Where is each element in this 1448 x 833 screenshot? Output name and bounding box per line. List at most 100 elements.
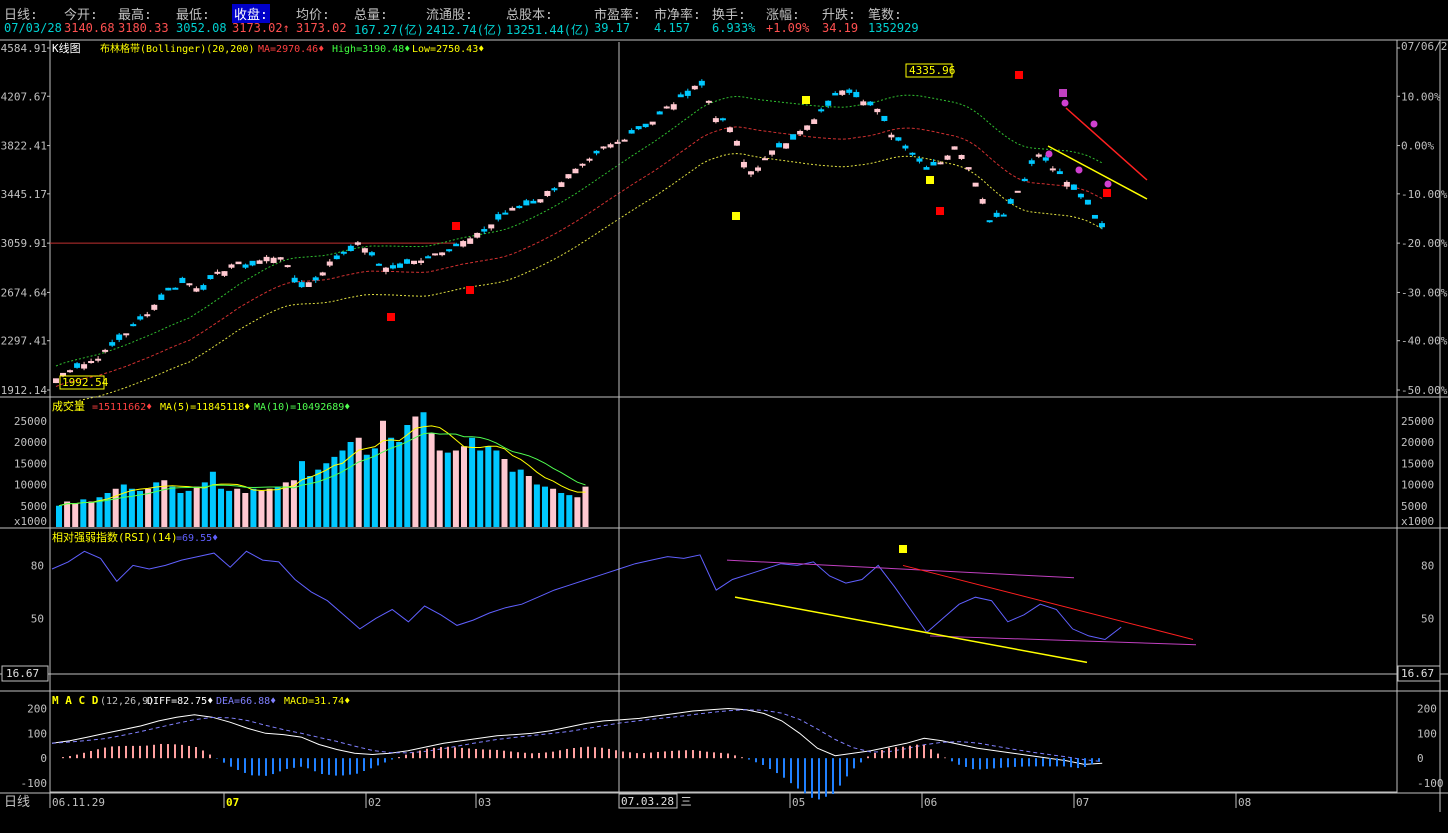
vol-tick-l-0: 25000 bbox=[14, 415, 47, 428]
low-value-label: Low=2750.43♦ bbox=[412, 44, 484, 55]
volume-bar bbox=[218, 488, 224, 527]
candle-body bbox=[404, 259, 410, 264]
volume-bar bbox=[461, 446, 467, 527]
candle-body bbox=[298, 282, 305, 288]
right-tick-2: 0.00% bbox=[1401, 140, 1434, 153]
right-tick-5: -30.00% bbox=[1401, 286, 1448, 299]
volume-value: =15111662♦ bbox=[92, 402, 152, 413]
candle-body bbox=[818, 109, 825, 112]
candle-body bbox=[1049, 168, 1056, 171]
candle-body bbox=[481, 229, 488, 232]
macd-value-label: MACD=31.74♦ bbox=[284, 696, 350, 707]
volume-bar bbox=[315, 469, 322, 527]
header-value-3: 3052.08 bbox=[176, 21, 227, 35]
right-tick-3: -10.00% bbox=[1401, 188, 1448, 201]
candle-body bbox=[130, 324, 137, 327]
rsi-tick-l-1: 50 bbox=[31, 612, 44, 625]
candle-body bbox=[123, 333, 130, 336]
candle-body bbox=[572, 168, 579, 174]
volume-bar bbox=[266, 488, 273, 527]
volume-bar bbox=[282, 482, 289, 527]
candle-body bbox=[467, 238, 474, 244]
candle-body bbox=[986, 220, 993, 223]
candle-body bbox=[621, 139, 628, 142]
macd-dea bbox=[51, 709, 1103, 763]
volume-bar bbox=[566, 495, 573, 527]
volume-bar bbox=[112, 488, 119, 527]
volume-bar bbox=[258, 490, 265, 527]
left-tick-6: 2297.41 bbox=[1, 335, 47, 348]
candle-body bbox=[425, 256, 432, 259]
macd-tick-l-3: -100 bbox=[21, 777, 48, 790]
right-tick-1: 10.00% bbox=[1401, 90, 1441, 103]
cursor-value-right: 16.67 bbox=[1401, 667, 1434, 680]
candle-body bbox=[179, 277, 186, 284]
macd-tick-r-3: -100 bbox=[1417, 777, 1444, 790]
signal-marker-2 bbox=[387, 313, 395, 321]
cursor-value-left: 16.67 bbox=[6, 667, 39, 680]
candle-body bbox=[902, 145, 909, 149]
volume-bar bbox=[542, 486, 548, 527]
peak-label: 4335.96 bbox=[909, 64, 955, 77]
volume-bar bbox=[88, 501, 95, 527]
candle-body bbox=[109, 342, 116, 346]
macd-diff-label: DIFF=82.75♦ bbox=[147, 696, 213, 707]
vol-unit-r: x1000 bbox=[1401, 515, 1434, 528]
candle-body bbox=[432, 253, 439, 256]
header-value-13: 34.19 bbox=[822, 21, 859, 35]
volume-bar bbox=[501, 459, 508, 527]
volume-bar bbox=[201, 482, 208, 527]
candle-body bbox=[1098, 223, 1105, 228]
candle-body bbox=[790, 134, 797, 140]
candle-body bbox=[523, 200, 530, 206]
candle-body bbox=[221, 271, 228, 276]
macd-title: M A C D bbox=[52, 694, 99, 707]
candle-body bbox=[607, 144, 614, 148]
candle-body bbox=[340, 251, 347, 254]
volume-bar bbox=[388, 437, 395, 527]
candle-body bbox=[249, 260, 256, 266]
stock-chart[interactable]: 4584.91 07/06/29 4207.67 10.00% 3822.41 0.00%… bbox=[0, 38, 1448, 812]
vol-tick-r-0: 25000 bbox=[1401, 415, 1434, 428]
candle-body bbox=[979, 199, 986, 204]
volume-bar bbox=[412, 416, 419, 527]
time-tick-2: 02 bbox=[368, 796, 381, 809]
candle-body bbox=[544, 191, 551, 196]
volume-bar bbox=[380, 420, 386, 527]
header-value-11: 6.933% bbox=[712, 21, 756, 35]
left-tick-4: 3059.91 bbox=[1, 237, 47, 250]
candle-body bbox=[284, 265, 291, 268]
volume-bar bbox=[493, 450, 500, 527]
candle-body bbox=[537, 199, 544, 203]
candle-body bbox=[305, 282, 312, 287]
rsi-title: 相对强弱指数(RSI)(14) bbox=[52, 530, 178, 544]
header-value-6: 167.27(亿) bbox=[354, 23, 424, 37]
candle-body bbox=[81, 364, 88, 369]
volume-bar bbox=[331, 456, 338, 527]
volume-bar bbox=[209, 471, 216, 527]
candle-body bbox=[628, 130, 635, 134]
chart-frame bbox=[49, 39, 1398, 793]
signal-dot-1 bbox=[1045, 150, 1053, 158]
volume-bar bbox=[582, 486, 589, 527]
candle-body bbox=[137, 316, 144, 320]
candle-body bbox=[705, 100, 712, 103]
volume-bar bbox=[242, 493, 249, 527]
volume-bar bbox=[517, 469, 524, 527]
candle-body bbox=[656, 111, 663, 115]
candle-body bbox=[586, 158, 593, 161]
candle-body bbox=[684, 90, 691, 96]
volume-bar bbox=[226, 490, 233, 527]
candle-body bbox=[235, 261, 242, 265]
candle-body bbox=[1091, 214, 1098, 219]
candle-body bbox=[762, 158, 769, 161]
candle-body bbox=[319, 272, 326, 276]
volume-bar bbox=[145, 488, 152, 527]
macd-tick-l-2: 0 bbox=[40, 752, 47, 765]
macd-tick-l-0: 200 bbox=[27, 702, 47, 715]
candle-body bbox=[698, 80, 705, 86]
candle-body bbox=[1007, 199, 1014, 204]
candle-body bbox=[1028, 160, 1035, 164]
candle-body bbox=[958, 154, 965, 159]
candle-body bbox=[396, 263, 403, 268]
